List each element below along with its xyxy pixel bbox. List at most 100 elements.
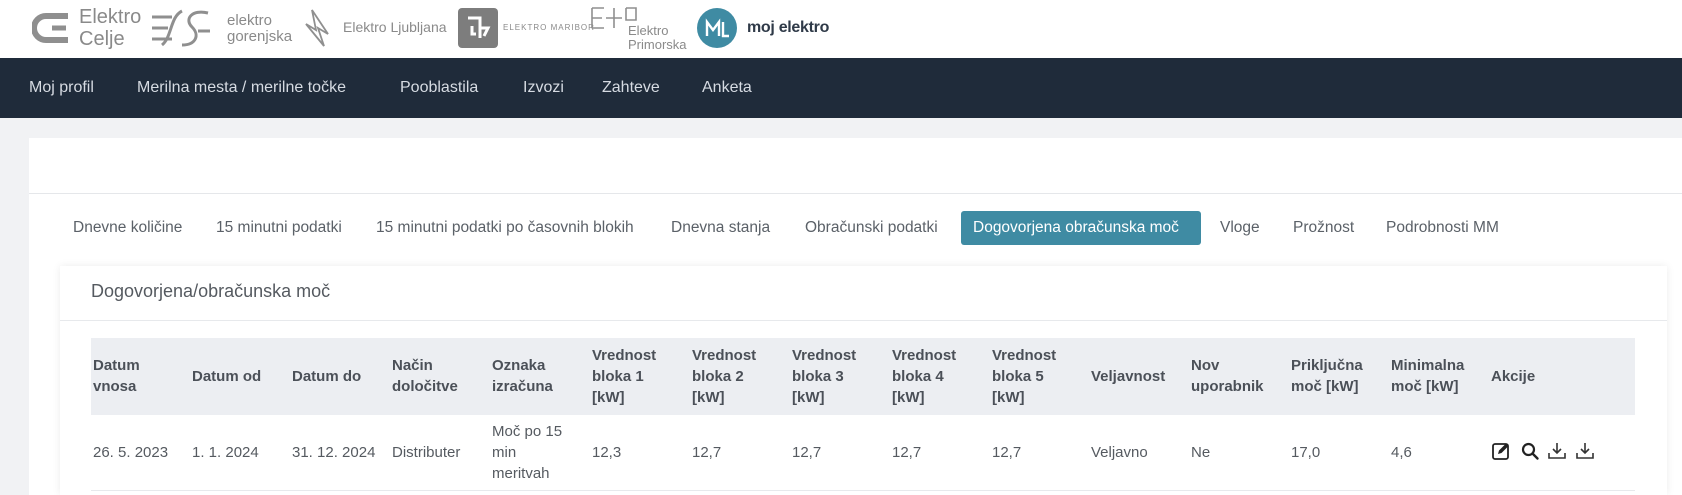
th-nacin-dolocitve-line: določitve (392, 378, 458, 395)
td-vrednost-bloka-1: 12,3 (592, 443, 622, 461)
moj-elektro-label: moj elektro (747, 19, 830, 36)
th-vrednost-bloka-4-line: bloka 4 (892, 367, 944, 385)
search-icon[interactable] (1520, 441, 1540, 461)
th-veljavnost: Veljavnost (1091, 366, 1165, 387)
th-datum-do: Datum do (292, 366, 361, 387)
th-nov-uporabnik-line: uporabnik (1191, 378, 1264, 395)
logo-elektro-primorska[interactable]: Elektro Primorska (590, 6, 690, 52)
td-nacin-dolocitve: Distributer (392, 443, 461, 461)
download-icon[interactable] (1547, 441, 1567, 461)
elektro-celje-line1: Elektro (79, 6, 142, 28)
td-oznaka-izracuna-line: meritvah (492, 464, 550, 482)
th-vrednost-bloka-3-line: bloka 3 (792, 367, 844, 385)
tab-15-minutni-podatki[interactable]: 15 minutni podatki (204, 211, 354, 245)
logo-elektro-maribor[interactable]: ELEKTRO MARIBOR (458, 8, 594, 48)
nav-moj-profil[interactable]: Moj profil (29, 58, 94, 118)
nav-merilna-mesta[interactable]: Merilna mesta / merilne točke (137, 58, 346, 118)
elektro-gorenjska-line2: gorenjska (227, 27, 293, 45)
th-vrednost-bloka-1-line: bloka 1 (592, 367, 644, 385)
td-veljavnost: Veljavno (1091, 443, 1148, 461)
th-vrednost-bloka-5-line: Vrednost (992, 346, 1057, 364)
nav-anketa[interactable]: Anketa (702, 58, 752, 118)
card-title: Dogovorjena/obračunska moč (91, 281, 331, 301)
th-vrednost-bloka-3-line: [kW] (792, 388, 825, 406)
elektro-primorska-line2: Primorska (628, 37, 687, 52)
td-datum-vnosa: 26. 5. 2023 (93, 443, 169, 461)
tab-vloge[interactable]: Vloge (1208, 211, 1272, 245)
tab-obracunski-podatki[interactable]: Obračunski podatki (793, 211, 950, 245)
th-nov-uporabnik-line: Nov (1191, 357, 1220, 374)
elektro-celje-mark-icon (32, 13, 68, 43)
th-vrednost-bloka-5-line: [kW] (992, 388, 1025, 406)
th-prikljucna-moc-line: moč [kW] (1291, 378, 1359, 395)
td-oznaka-izracuna-line: min (492, 443, 517, 461)
th-vrednost-bloka-4-line: [kW] (892, 388, 925, 406)
td-vrednost-bloka-4: 12,7 (892, 443, 922, 461)
elektro-maribor-label: ELEKTRO MARIBOR (503, 23, 595, 32)
nav-pooblastila[interactable]: Pooblastila (400, 58, 478, 118)
th-oznaka-izracuna: Oznaka izračuna (492, 355, 553, 397)
th-vrednost-bloka-3: Vrednost bloka 3 [kW] (792, 345, 856, 408)
nav-izvozi[interactable]: Izvozi (523, 58, 564, 118)
td-oznaka-izracuna-line: Moč po 15 (492, 422, 563, 440)
th-akcije: Akcije (1491, 366, 1535, 387)
th-minimalna-moc: Minimalna moč [kW] (1391, 355, 1464, 397)
th-oznaka-izracuna-line: izračuna (492, 378, 553, 395)
logo-eg[interactable] (148, 7, 214, 49)
th-minimalna-moc-line: moč [kW] (1391, 378, 1459, 395)
th-nacin-dolocitve-line: Način (392, 357, 433, 374)
ljubljana-lightning-icon (305, 9, 329, 47)
th-vrednost-bloka-5: Vrednost bloka 5 [kW] (992, 345, 1056, 408)
download-icon[interactable] (1575, 441, 1595, 461)
tab-dnevna-stanja[interactable]: Dnevna stanja (659, 211, 782, 245)
th-vrednost-bloka-2-line: bloka 2 (692, 367, 744, 385)
moj-elektro-mark-icon (697, 8, 737, 48)
logo-elektro-gorenjska[interactable]: elektro gorenjska (227, 12, 302, 44)
main-navigation: Moj profil Merilna mesta / merilne točke… (0, 58, 1682, 118)
partner-logo-bar: Elektro Celje elektro gorenjska Elektro … (0, 0, 1682, 58)
table-row-divider (91, 490, 1635, 491)
th-vrednost-bloka-4: Vrednost bloka 4 [kW] (892, 345, 956, 408)
th-vrednost-bloka-1-line: [kW] (592, 388, 625, 406)
th-datum-od: Datum od (192, 366, 261, 387)
logo-elektro-celje[interactable]: Elektro Celje (32, 6, 147, 50)
th-nov-uporabnik: Nov uporabnik (1191, 355, 1264, 397)
th-datum-od-line: Datum od (192, 367, 262, 385)
th-oznaka-izracuna-line: Oznaka (492, 357, 546, 374)
tab-dnevne-kolicine[interactable]: Dnevne količine (61, 211, 194, 245)
td-datum-do: 31. 12. 2024 (292, 443, 376, 461)
th-veljavnost-line: Veljavnost (1091, 367, 1166, 385)
th-vrednost-bloka-1: Vrednost bloka 1 [kW] (592, 345, 656, 408)
th-vrednost-bloka-1-line: Vrednost (592, 346, 657, 364)
th-datum-vnosa: Datum vnosa (93, 355, 140, 397)
th-akcije-line: Akcije (1491, 367, 1536, 385)
nav-zahteve[interactable]: Zahteve (602, 58, 660, 118)
tab-proznost[interactable]: Prožnost (1281, 211, 1366, 245)
tab-dogovorjena-obracunska-moc[interactable]: Dogovorjena obračunska moč (961, 211, 1201, 245)
th-vrednost-bloka-5-line: bloka 5 (992, 367, 1044, 385)
eg-mark-icon (152, 9, 210, 47)
th-nacin-dolocitve: Način določitve (392, 355, 458, 397)
th-datum-vnosa-line: Datum (93, 357, 140, 374)
logo-elektro-ljubljana[interactable]: Elektro Ljubljana (302, 8, 454, 48)
elektro-primorska-line1: Elektro (628, 23, 669, 38)
th-vrednost-bloka-2-line: Vrednost (692, 346, 757, 364)
td-datum-od: 1. 1. 2024 (192, 443, 259, 461)
tab-podrobnosti-mm[interactable]: Podrobnosti MM (1374, 211, 1511, 245)
logo-moj-elektro[interactable]: moj elektro (697, 7, 832, 49)
th-vrednost-bloka-2-line: [kW] (692, 388, 725, 406)
elektro-celje-line2: Celje (79, 28, 125, 50)
th-prikljucna-moc: Priključna moč [kW] (1291, 355, 1363, 397)
th-prikljucna-moc-line: Priključna (1291, 357, 1363, 374)
tab-15-minutni-podatki-bloki[interactable]: 15 minutni podatki po časovnih blokih (364, 211, 646, 245)
maribor-mark-icon (458, 8, 498, 48)
elektro-gorenjska-line1: elektro (227, 11, 273, 29)
th-minimalna-moc-line: Minimalna (1391, 357, 1465, 374)
edit-icon[interactable] (1491, 441, 1511, 461)
card-title-divider (60, 320, 1667, 321)
td-minimalna-moc: 4,6 (1391, 443, 1412, 461)
td-prikljucna-moc: 17,0 (1291, 443, 1321, 461)
td-nov-uporabnik: Ne (1191, 443, 1211, 461)
td-vrednost-bloka-5: 12,7 (992, 443, 1022, 461)
elektro-ljubljana-label: Elektro Ljubljana (343, 19, 447, 35)
